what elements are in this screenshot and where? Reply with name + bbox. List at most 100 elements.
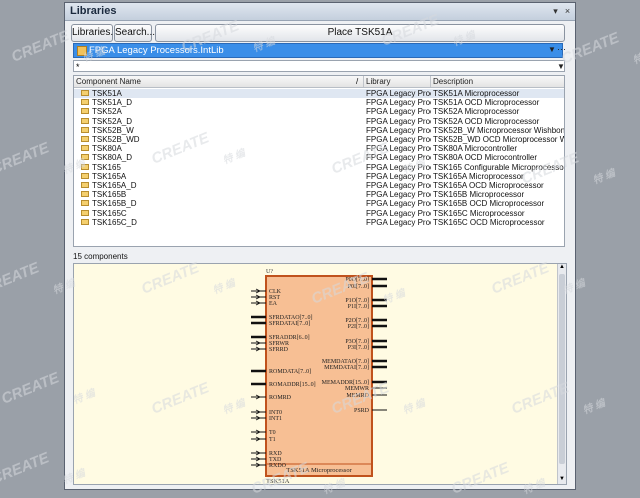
folder-icon	[81, 99, 89, 106]
table-row[interactable]: TSK52B_W FPGA Legacy ProcessoTSK52B_W Mic…	[74, 126, 564, 135]
watermark-logo: CREATE	[0, 139, 52, 178]
watermark-logo: 特 编	[581, 397, 607, 417]
column-header-component-name[interactable]: Component Name	[74, 76, 364, 87]
panel-titlebar: Libraries ▾ ×	[65, 3, 575, 21]
table-row[interactable]: TSK165A_D FPGA Legacy ProcessoTSK165A OCD…	[74, 181, 564, 190]
components-table: Component Name / Library Description TSK…	[73, 75, 565, 247]
pin-label: P0O[7..0]	[345, 277, 369, 283]
panel-title: Libraries	[70, 5, 117, 17]
table-row[interactable]: TSK165A FPGA Legacy ProcessoTSK165A Micro…	[74, 172, 564, 181]
cell-component-name: TSK165C	[92, 208, 127, 218]
pin-label: T1	[269, 437, 276, 443]
cell-component-name: TSK165B_D	[92, 199, 137, 209]
table-row[interactable]: TSK165C_D FPGA Legacy ProcessoTSK165C OCD…	[74, 218, 564, 227]
watermark-logo: 特 编	[631, 48, 640, 67]
pin-label: PSRD	[354, 408, 370, 414]
table-row[interactable]: TSK52A_D FPGA Legacy ProcessoTSK52A OCD M…	[74, 117, 564, 126]
cell-library: FPGA Legacy Processo	[366, 171, 431, 181]
watermark-logo: CREATE	[0, 259, 42, 298]
folder-icon	[81, 218, 89, 225]
sort-indicator-icon: /	[356, 77, 359, 86]
table-row[interactable]: TSK51A FPGA Legacy ProcessoTSK51A Micropr…	[74, 89, 564, 99]
cell-description: TSK165A Microprocessor	[433, 171, 524, 181]
cell-component-name: TSK51A_D	[92, 98, 133, 108]
close-icon[interactable]: ×	[562, 6, 573, 17]
cell-library: FPGA Legacy Processo	[366, 190, 431, 200]
filter-dropdown-arrow-icon[interactable]: ▼	[557, 62, 565, 71]
pin-label: SFRRD	[269, 347, 289, 353]
pin-label: P3I[7..0]	[348, 345, 369, 351]
table-row[interactable]: TSK52A FPGA Legacy ProcessoTSK52A Micropr…	[74, 107, 564, 116]
cell-description: TSK80A Microcontroller	[433, 144, 518, 154]
cell-library: FPGA Legacy Processo	[366, 116, 431, 126]
folder-icon	[81, 163, 89, 170]
cell-library: FPGA Legacy Processo	[366, 125, 431, 135]
cell-library: FPGA Legacy Processo	[366, 135, 431, 144]
table-row[interactable]: TSK165B_D FPGA Legacy ProcessoTSK165B OCD…	[74, 199, 564, 208]
table-row[interactable]: TSK51A_D FPGA Legacy ProcessoTSK51A OCD M…	[74, 98, 564, 107]
cell-library: FPGA Legacy Processo	[366, 217, 431, 227]
cell-description: TSK165 Configurable Microprocessor	[433, 162, 564, 172]
watermark-logo: CREATE	[9, 27, 72, 66]
cell-component-name: TSK52A_D	[92, 116, 133, 126]
library-dropdown-arrow-icon[interactable]: ▼	[548, 45, 556, 54]
symbol-part-label: TSK51A	[266, 478, 290, 484]
cell-library: FPGA Legacy Processo	[366, 162, 431, 172]
cell-description: TSK51A Microprocessor	[433, 89, 520, 98]
filter-input[interactable]: *	[73, 60, 565, 72]
cell-component-name: TSK80A_D	[92, 153, 133, 163]
folder-icon	[81, 90, 89, 96]
cell-component-name: TSK165C_D	[92, 217, 137, 227]
column-header-library[interactable]: Library	[364, 76, 431, 87]
table-row[interactable]: TSK165B FPGA Legacy ProcessoTSK165B Micro…	[74, 190, 564, 199]
folder-icon	[81, 172, 89, 179]
search-button[interactable]: Search...	[114, 24, 155, 42]
folder-icon	[81, 191, 89, 198]
cell-description: TSK165C Microprocessor	[433, 208, 525, 218]
cell-description: TSK165B Microprocessor	[433, 190, 525, 200]
cell-library: FPGA Legacy Processo	[366, 144, 431, 154]
watermark-logo: CREATE	[0, 369, 62, 408]
library-select[interactable]: FPGA Legacy Processors.IntLib	[73, 43, 563, 58]
cell-description: TSK51A OCD Microprocessor	[433, 98, 540, 108]
table-row[interactable]: TSK80A FPGA Legacy ProcessoTSK80A Microco…	[74, 144, 564, 153]
pin-label: MEMDATAI[7..0]	[324, 365, 369, 371]
cell-description: TSK165B OCD Microprocessor	[433, 199, 545, 209]
library-icon	[77, 46, 87, 56]
preview-scrollbar[interactable]: ▲ ▼	[557, 264, 566, 484]
table-row[interactable]: TSK165 FPGA Legacy ProcessoTSK165 Configu…	[74, 163, 564, 172]
library-select-value: FPGA Legacy Processors.IntLib	[89, 45, 224, 56]
cell-component-name: TSK51A	[92, 89, 122, 98]
table-row[interactable]: TSK80A_D FPGA Legacy ProcessoTSK80A OCD M…	[74, 153, 564, 162]
table-row[interactable]: TSK165C FPGA Legacy ProcessoTSK165C Micro…	[74, 209, 564, 218]
libraries-button[interactable]: Libraries...	[71, 24, 119, 42]
table-row[interactable]: TSK52B_WD FPGA Legacy ProcessoTSK52B_WD O…	[74, 135, 564, 144]
scroll-down-icon[interactable]: ▼	[559, 476, 565, 482]
cell-library: FPGA Legacy Processo	[366, 153, 431, 163]
symbol-preview: U? TSK51A Microprocessor TSK51A CLK RST EA SFR…	[73, 263, 567, 485]
panel-menu-icon[interactable]: ▾	[550, 6, 561, 17]
cell-library: FPGA Legacy Processo	[366, 89, 431, 98]
place-component-button[interactable]: Place TSK51A	[155, 24, 565, 42]
symbol-designator: U?	[266, 269, 273, 275]
cell-library: FPGA Legacy Processo	[366, 208, 431, 218]
folder-icon	[81, 200, 89, 207]
pin-label: ROMDATA[7..0]	[269, 369, 311, 375]
preview-scrollbar-thumb[interactable]	[559, 274, 565, 464]
cell-description: TSK165A OCD Microprocessor	[433, 181, 544, 190]
watermark-logo: CREATE	[0, 449, 52, 488]
pin-label: MEMRD	[346, 393, 369, 399]
cell-description: TSK52A Microprocessor	[433, 107, 520, 117]
cell-library: FPGA Legacy Processo	[366, 98, 431, 108]
cell-description: TSK52B_WD OCD Microprocessor Wishbone	[433, 135, 564, 144]
scroll-up-icon[interactable]: ▲	[559, 264, 565, 270]
column-header-description[interactable]: Description	[431, 76, 564, 87]
pin-label: SFRDATAI[7..0]	[269, 321, 310, 327]
pin-label: INT1	[269, 416, 282, 422]
cell-component-name: TSK165A_D	[92, 181, 137, 190]
pin-label: EA	[269, 301, 278, 307]
cell-library: FPGA Legacy Processo	[366, 199, 431, 209]
pin-label: RXDO	[269, 463, 287, 469]
cell-component-name: TSK52B_WD	[92, 135, 140, 144]
library-more-button[interactable]: ···	[557, 44, 566, 54]
